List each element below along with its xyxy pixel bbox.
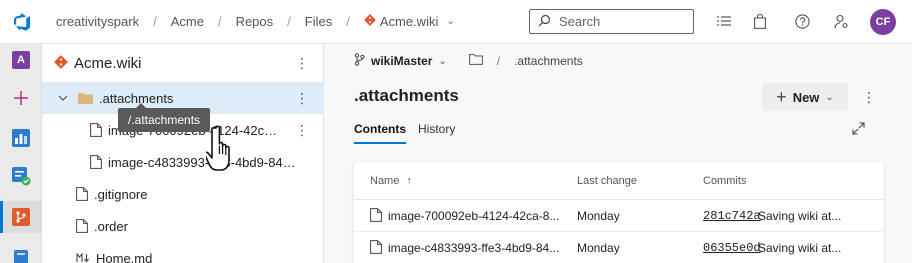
breadcrumb-separator: / xyxy=(153,14,157,29)
file-name-link[interactable]: image-700092eb-4124-42ca-8... xyxy=(388,209,559,223)
last-change-value: Monday xyxy=(577,209,620,223)
breadcrumb-separator: / xyxy=(346,14,350,29)
table-row[interactable]: image-700092eb-4124-42ca-8... Monday 281… xyxy=(354,200,884,232)
tree-item-label: .order xyxy=(94,218,128,234)
chevron-down-icon[interactable]: ⌄ xyxy=(438,56,446,67)
column-header-name[interactable]: Name ↑ xyxy=(370,175,412,187)
file-icon xyxy=(370,240,382,257)
breadcrumb-repos[interactable]: Repos xyxy=(232,14,278,29)
search-icon xyxy=(538,14,551,30)
table-row[interactable]: image-c4833993-ffe3-4bd9-84... Monday 06… xyxy=(354,232,884,263)
user-settings-icon[interactable] xyxy=(831,11,851,31)
tab-contents[interactable]: Contents xyxy=(354,122,406,144)
more-options-icon[interactable]: ⋮ xyxy=(294,53,310,73)
repos-icon[interactable] xyxy=(0,201,42,233)
git-repo-icon xyxy=(54,54,68,72)
file-icon xyxy=(76,187,88,201)
folder-icon xyxy=(78,92,93,104)
top-bar: creativityspark / Acme / Repos / Files /… xyxy=(0,0,912,44)
sort-ascending-icon: ↑ xyxy=(406,175,412,187)
folder-outline-icon[interactable] xyxy=(468,54,483,68)
avatar[interactable]: CF xyxy=(870,9,896,35)
tree-item-file[interactable]: image-c4833993-ffe3-4bd9-8433... xyxy=(42,146,324,178)
breadcrumb-separator: / xyxy=(287,14,291,29)
test-plans-icon[interactable] xyxy=(0,160,42,192)
boards-icon[interactable] xyxy=(0,122,42,154)
tab-history[interactable]: History xyxy=(418,122,455,144)
commit-message: Saving wiki at... xyxy=(758,241,842,255)
git-repo-icon xyxy=(363,14,376,29)
new-button[interactable]: + New ⌄ xyxy=(762,83,848,111)
hand-cursor-icon xyxy=(203,124,244,179)
tree-item-label: image-c4833993-ffe3-4bd9-8433... xyxy=(108,154,298,170)
chevron-down-icon xyxy=(58,95,68,101)
table-header: Name ↑ Last change Commits xyxy=(354,162,884,200)
project-initial: A xyxy=(12,51,30,69)
add-icon[interactable] xyxy=(0,82,42,114)
plus-icon: + xyxy=(776,87,787,107)
azure-devops-logo-icon[interactable] xyxy=(0,0,44,44)
more-options-icon[interactable]: ⋮ xyxy=(294,88,310,108)
page-title: .attachments xyxy=(354,86,459,105)
more-options-icon[interactable]: ⋮ xyxy=(861,87,877,107)
breadcrumb-project[interactable]: Acme xyxy=(167,14,208,29)
more-options-icon[interactable]: ⋮ xyxy=(294,120,310,140)
markdown-icon xyxy=(76,253,90,263)
path-separator: / xyxy=(496,54,501,68)
tree-item-label: .gitignore xyxy=(94,186,148,202)
tree-item-markdown[interactable]: Home.md xyxy=(42,242,324,263)
repo-title: Acme.wiki xyxy=(74,54,142,72)
search-placeholder: Search xyxy=(559,14,601,29)
commit-id-link[interactable]: 281c742a xyxy=(703,209,761,223)
chevron-down-icon: ⌄ xyxy=(825,91,834,103)
branch-selector[interactable]: wikiMaster xyxy=(371,54,432,68)
commit-id-link[interactable]: 06355e0d xyxy=(703,241,761,255)
breadcrumb: creativityspark / Acme / Repos / Files /… xyxy=(44,0,459,44)
content-pane: wikiMaster ⌄ / .attachments .attachments… xyxy=(324,44,912,263)
branch-path-bar: wikiMaster ⌄ / .attachments xyxy=(324,44,912,78)
tree-header: Acme.wiki xyxy=(42,44,324,82)
breadcrumb-files[interactable]: Files xyxy=(301,14,336,29)
marketplace-bag-icon[interactable] xyxy=(750,11,770,31)
file-name-link[interactable]: image-c4833993-ffe3-4bd9-84... xyxy=(388,241,559,255)
files-table: Name ↑ Last change Commits image-700092e… xyxy=(354,162,884,263)
content-tabs: Contents History xyxy=(354,122,455,144)
file-icon xyxy=(76,219,88,233)
active-indicator xyxy=(0,201,3,233)
breadcrumb-org[interactable]: creativityspark xyxy=(52,14,143,29)
path-tooltip: /.attachments xyxy=(118,103,211,132)
path-segment[interactable]: .attachments xyxy=(514,54,583,68)
new-button-label: New xyxy=(792,89,820,105)
column-header-last-change[interactable]: Last change xyxy=(577,175,637,187)
repo-name: Acme.wiki xyxy=(379,14,439,29)
breadcrumb-separator: / xyxy=(217,14,222,29)
branch-icon xyxy=(354,53,365,69)
tree-item-file[interactable]: .gitignore xyxy=(42,178,324,210)
tree-item-label: Home.md xyxy=(96,250,153,263)
repo-selector[interactable]: Acme.wiki ⌄ xyxy=(360,14,459,29)
expand-icon[interactable] xyxy=(852,122,865,138)
column-header-label: Name xyxy=(370,175,400,187)
file-icon xyxy=(90,123,102,137)
tree-item-file[interactable]: .order xyxy=(42,210,324,242)
last-change-value: Monday xyxy=(577,241,620,255)
task-list-icon[interactable] xyxy=(714,11,734,31)
project-avatar[interactable]: A xyxy=(0,44,42,76)
left-nav-rail: A xyxy=(0,44,42,263)
chevron-down-icon: ⌄ xyxy=(446,16,455,27)
commit-message: Saving wiki at... xyxy=(758,209,842,223)
column-header-commits[interactable]: Commits xyxy=(703,175,746,187)
search-box[interactable]: Search xyxy=(529,9,694,34)
file-tree-panel: Acme.wiki ⋮ .attachments ⋮ image-700092e… xyxy=(42,44,324,263)
pipelines-icon[interactable] xyxy=(0,239,42,263)
file-icon xyxy=(90,155,102,169)
file-icon xyxy=(370,208,382,225)
help-icon[interactable] xyxy=(792,11,812,31)
